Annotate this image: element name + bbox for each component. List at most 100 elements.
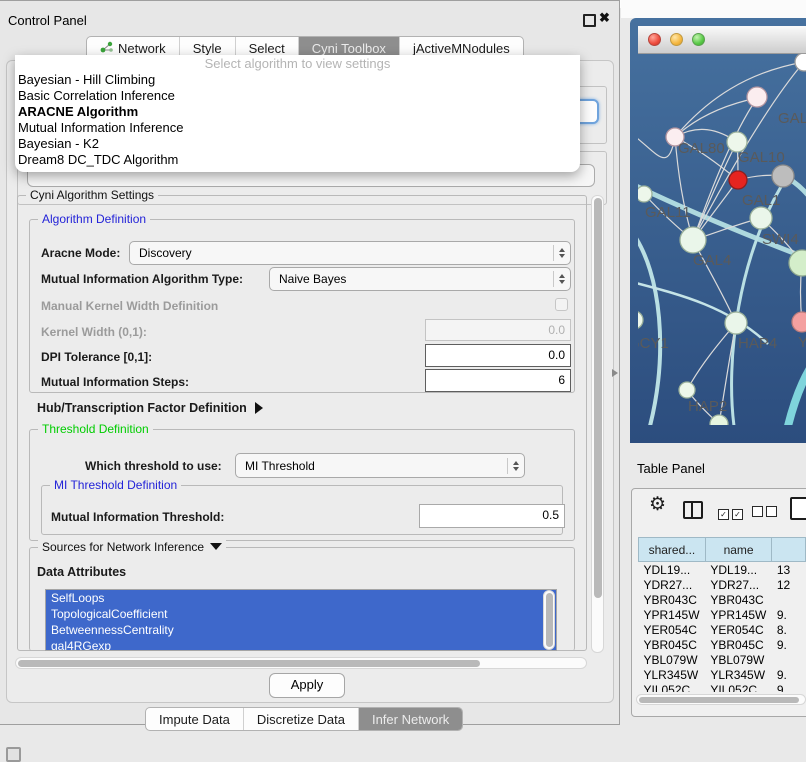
network-node[interactable] <box>792 312 806 332</box>
mi-algorithm-type-combo[interactable]: Naive Bayes <box>269 267 571 291</box>
node-label: GAL80 <box>678 140 725 157</box>
deselect-all-icon[interactable] <box>752 504 780 522</box>
table-row[interactable]: YLR345WYLR345W9. <box>639 667 806 682</box>
settings-vertical-scrollbar[interactable] <box>591 195 604 653</box>
algorithm-option[interactable]: Dream8 DC_TDC Algorithm <box>15 152 580 168</box>
network-window-titlebar[interactable] <box>638 26 806 54</box>
network-node[interactable] <box>725 312 747 334</box>
column-header[interactable]: shared... <box>639 538 706 562</box>
kernel-width-field[interactable]: 0.0 <box>425 319 571 341</box>
network-node[interactable] <box>795 54 806 71</box>
data-attributes-list[interactable]: SelfLoopsTopologicalCoefficientBetweenne… <box>45 589 557 651</box>
data-attribute-item[interactable]: SelfLoops <box>46 590 556 606</box>
network-node[interactable] <box>679 382 695 398</box>
table-cell <box>772 592 806 607</box>
data-attribute-item[interactable]: BetweennessCentrality <box>46 622 556 638</box>
tab-discretize-data-label: Discretize Data <box>257 712 345 727</box>
table-cell: YBL079W <box>639 652 706 667</box>
network-icon <box>100 41 113 56</box>
column-header[interactable] <box>772 538 806 562</box>
mac-zoom-icon[interactable] <box>692 33 705 46</box>
node-label: SWI4 <box>762 231 799 248</box>
table-cell: YER054C <box>705 622 772 637</box>
network-node[interactable] <box>772 165 794 187</box>
table-row[interactable]: YDL19...YDL19...13 <box>639 562 806 578</box>
algorithm-option[interactable]: Basic Correlation Inference <box>15 88 580 104</box>
table-cell: YPR145W <box>705 607 772 622</box>
table-row[interactable]: YBL079WYBL079W <box>639 652 806 667</box>
network-node[interactable] <box>750 207 772 229</box>
network-node[interactable] <box>747 87 767 107</box>
table-row[interactable]: YBR043CYBR043C <box>639 592 806 607</box>
manual-kernel-width-checkbox[interactable] <box>555 298 568 311</box>
table-row[interactable]: YPR145WYPR145W9. <box>639 607 806 622</box>
docked-panel-icon[interactable] <box>6 747 21 762</box>
splitter-arrow-icon[interactable] <box>612 369 618 377</box>
table-row[interactable]: YDR27...YDR27...12 <box>639 577 806 592</box>
sources-group-title: Sources for Network Inference <box>38 540 226 554</box>
table-cell: 9. <box>772 682 806 692</box>
table-cell: 9. <box>772 667 806 682</box>
node-label: GCY1 <box>638 335 669 352</box>
table-horizontal-scrollbar[interactable] <box>636 694 806 705</box>
tab-cyni-toolbox-label: Cyni Toolbox <box>312 41 386 56</box>
aracne-mode-combo[interactable]: Discovery <box>129 241 571 265</box>
table-row[interactable]: YIL052CYIL052C9. <box>639 682 806 692</box>
sources-title-text: Sources for Network Inference <box>42 540 204 554</box>
data-attribute-item[interactable]: TopologicalCoefficient <box>46 606 556 622</box>
data-attribute-item[interactable]: gal4RGexp <box>46 638 556 651</box>
table-row[interactable]: YBR045CYBR045C9. <box>639 637 806 652</box>
node-label: HAP2 <box>688 398 727 415</box>
table-cell: YDR27... <box>705 577 772 592</box>
table-cell: YIL052C <box>639 682 706 692</box>
select-all-icon[interactable]: ✓✓ <box>718 504 746 522</box>
network-node[interactable] <box>638 311 643 329</box>
settings-horizontal-scrollbar[interactable] <box>15 657 587 669</box>
mi-steps-field[interactable]: 6 <box>425 369 571 392</box>
hub-factor-expander[interactable]: Hub/Transcription Factor Definition <box>37 401 263 415</box>
mac-minimize-icon[interactable] <box>670 33 683 46</box>
table-cell: YLR345W <box>705 667 772 682</box>
tab-select-label: Select <box>249 41 285 56</box>
network-node[interactable] <box>638 186 652 202</box>
table-row[interactable]: YER054CYER054C8. <box>639 622 806 637</box>
gear-icon[interactable]: ⚙ <box>649 493 666 516</box>
which-threshold-combo[interactable]: MI Threshold <box>235 453 525 478</box>
columns-icon[interactable] <box>683 501 703 519</box>
mi-threshold-field[interactable]: 0.5 <box>419 504 565 528</box>
apply-button[interactable]: Apply <box>269 673 345 698</box>
algorithm-option[interactable]: Bayesian - K2 <box>15 136 580 152</box>
table-cell: YBL079W <box>705 652 772 667</box>
mac-close-icon[interactable] <box>648 33 661 46</box>
tab-infer-network[interactable]: Infer Network <box>358 708 462 730</box>
tab-discretize-data[interactable]: Discretize Data <box>243 708 358 730</box>
manual-kernel-width-label: Manual Kernel Width Definition <box>41 299 218 313</box>
tab-impute-data[interactable]: Impute Data <box>146 708 243 730</box>
algorithm-option[interactable]: ARACNE Algorithm <box>15 104 580 120</box>
table-cell: YDL19... <box>705 562 772 578</box>
node-label: HAP4 <box>738 335 777 352</box>
dpi-tolerance-field[interactable]: 0.0 <box>425 344 571 367</box>
float-window-icon[interactable] <box>583 14 596 27</box>
table-cell: YPR145W <box>639 607 706 622</box>
column-header[interactable]: name <box>705 538 772 562</box>
document-icon[interactable] <box>790 497 806 520</box>
close-icon[interactable]: ✖ <box>599 10 610 26</box>
node-label: GAL7 <box>778 110 806 127</box>
collapse-arrow-icon[interactable] <box>210 543 222 550</box>
settings-group-title: Cyni Algorithm Settings <box>26 188 158 202</box>
network-canvas[interactable]: GAL7GAL80GAL10GAL1GAL11SWI4GAL4HAP4GCY1Y… <box>638 54 806 425</box>
tab-jactivemnodules-label: jActiveMNodules <box>413 41 510 56</box>
network-node[interactable] <box>710 415 728 425</box>
algorithm-option[interactable]: Bayesian - Hill Climbing <box>15 72 580 88</box>
table-cell: 9. <box>772 607 806 622</box>
table-cell: YER054C <box>639 622 706 637</box>
node-label: GAL10 <box>738 149 785 166</box>
network-node[interactable] <box>729 171 747 189</box>
algorithm-option[interactable]: Mutual Information Inference <box>15 120 580 136</box>
threshold-definition-title: Threshold Definition <box>38 422 153 436</box>
attribute-list-scrollbar[interactable] <box>543 590 555 650</box>
network-node[interactable] <box>680 227 706 253</box>
mi-algorithm-type-label: Mutual Information Algorithm Type: <box>41 272 243 286</box>
table-header-row[interactable]: shared...name <box>639 538 806 562</box>
